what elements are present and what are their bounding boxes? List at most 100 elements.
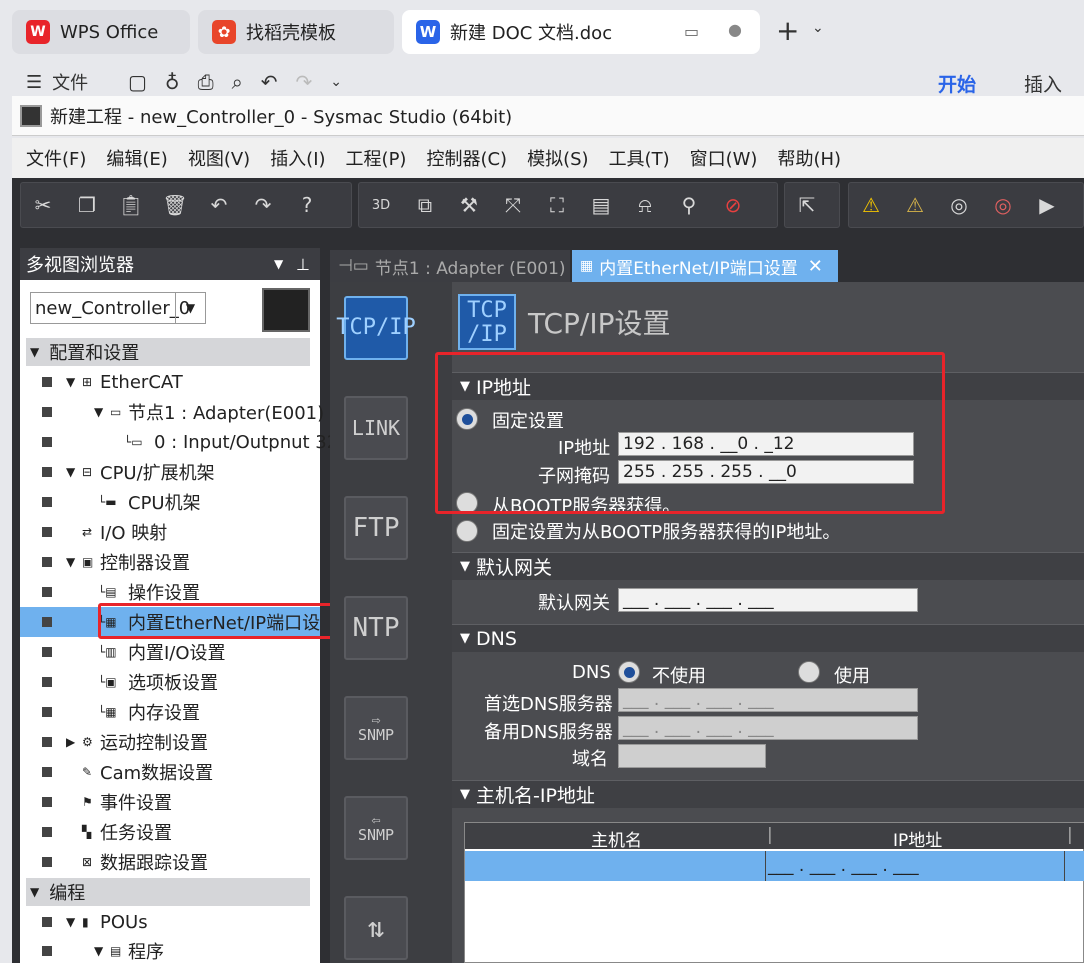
close-icon[interactable]: ✕ bbox=[808, 256, 823, 277]
warning-off-icon[interactable]: ⚠ bbox=[893, 183, 937, 227]
tree-item-task[interactable]: ▚ 任务设置 bbox=[20, 817, 320, 847]
layout-icon[interactable]: ⧉ bbox=[403, 183, 447, 227]
section-gateway[interactable]: ▼ 默认网关 bbox=[452, 552, 1084, 580]
tab-wps-office[interactable]: W WPS Office bbox=[12, 10, 190, 54]
file-menu[interactable]: ☰ 文件 bbox=[26, 68, 88, 96]
tree-item-event[interactable]: ⚑ 事件设置 bbox=[20, 787, 320, 817]
3d-icon[interactable]: 3D bbox=[359, 183, 403, 227]
menu-window[interactable]: 窗口(W) bbox=[690, 145, 758, 171]
menu-simulation[interactable]: 模拟(S) bbox=[527, 145, 588, 171]
menu-insert[interactable]: 插入(I) bbox=[270, 145, 325, 171]
delete-icon[interactable]: 🗑︎ bbox=[153, 183, 197, 227]
ribbon-tab-start[interactable]: 开始 bbox=[938, 70, 976, 97]
tab-label: 新建 DOC 文档.doc bbox=[450, 23, 613, 44]
monitor-on-icon[interactable]: ◎ bbox=[937, 183, 981, 227]
dns-secondary-field[interactable]: ___ . ___ . ___ . ___ bbox=[618, 716, 918, 740]
dropdown-icon[interactable]: ▼ bbox=[274, 257, 283, 271]
section-host[interactable]: ▼ 主机名-IP地址 bbox=[452, 780, 1084, 808]
error-icon[interactable]: ⊘ bbox=[711, 183, 755, 227]
tree-item-data-trace[interactable]: ⊠ 数据跟踪设置 bbox=[20, 847, 320, 877]
tree-item-builtin-io[interactable]: └▥ 内置I/O设置 bbox=[20, 637, 320, 667]
cross-reference-icon[interactable]: ⤧ bbox=[491, 183, 535, 227]
paste-icon[interactable]: 📋︎ bbox=[109, 183, 153, 227]
tree-item-motion-control[interactable]: ▶ ⚙ 运动控制设置 bbox=[20, 727, 320, 757]
menu-tools[interactable]: 工具(T) bbox=[609, 145, 670, 171]
nav-link[interactable]: LINK bbox=[344, 396, 408, 460]
dns-label: DNS bbox=[572, 662, 611, 683]
tree-item-cpu[interactable]: └▬ CPU机架 bbox=[20, 487, 320, 517]
controller-select[interactable]: new_Controller_0 ▼ bbox=[30, 292, 206, 324]
tree-item-programs[interactable]: ▼ ▤ 程序 bbox=[20, 936, 320, 963]
network-icon[interactable]: ⍾ bbox=[623, 183, 667, 227]
dns-primary-field[interactable]: ___ . ___ . ___ . ___ bbox=[618, 688, 918, 712]
menu-view[interactable]: 视图(V) bbox=[188, 145, 250, 171]
section-program[interactable]: ▼ 编程 bbox=[26, 878, 310, 906]
transfer-icon[interactable]: ⇱ bbox=[785, 183, 829, 227]
warning-icon[interactable]: ⚠ bbox=[849, 183, 893, 227]
chevron-down-icon[interactable]: ⌄ bbox=[812, 20, 824, 36]
nav-tcpip[interactable]: TCP/IP bbox=[336, 296, 416, 360]
watch-table-icon[interactable]: ▤ bbox=[579, 183, 623, 227]
radio-dns-off[interactable] bbox=[618, 661, 640, 683]
tree-item-option-board[interactable]: └▣ 选项板设置 bbox=[20, 667, 320, 697]
run-icon[interactable]: ▶ bbox=[1025, 183, 1069, 227]
radio-dns-on[interactable] bbox=[798, 661, 820, 683]
print-icon[interactable]: ⎙ bbox=[198, 70, 214, 94]
doc-tab-ethernet-ip[interactable]: ▦ 内置EtherNet/IP端口设置 ✕ bbox=[572, 250, 838, 282]
menu-edit[interactable]: 编辑(E) bbox=[106, 145, 167, 171]
table-row[interactable]: ___ . ___ . ___ . ___ bbox=[465, 851, 1084, 881]
nav-snmp[interactable]: ⇨ SNMP bbox=[344, 696, 408, 760]
tree-item-io-unit[interactable]: └▭ 0 : Input/Outpnut 32 bbox=[20, 427, 338, 457]
section-dns[interactable]: ▼ DNS bbox=[452, 624, 1084, 652]
option-board-icon: └▣ bbox=[98, 675, 117, 689]
undo-icon[interactable]: ↶ bbox=[197, 183, 241, 227]
tab-template[interactable]: ✿ 找稻壳模板 bbox=[198, 10, 394, 54]
cut-icon[interactable]: ✂ bbox=[21, 183, 65, 227]
row-ip-cell[interactable]: ___ . ___ . ___ . ___ bbox=[765, 851, 1065, 881]
gateway-field[interactable]: ___ . ___ . ___ . ___ bbox=[618, 588, 918, 612]
menu-file[interactable]: 文件(F) bbox=[26, 145, 86, 171]
domain-field[interactable] bbox=[618, 744, 766, 768]
more-icon[interactable]: ⌄ bbox=[330, 74, 342, 90]
print-preview-icon[interactable]: ⌕ bbox=[232, 70, 243, 94]
nav-packet-filter[interactable]: ⇅ bbox=[344, 896, 408, 960]
menu-help[interactable]: 帮助(H) bbox=[777, 145, 841, 171]
monitor-off-icon[interactable]: ◎ bbox=[981, 183, 1025, 227]
tree-item-node1[interactable]: ▼ ▭ 节点1 : Adapter(E001) bbox=[20, 397, 324, 427]
tree-item-cpu-rack[interactable]: ▼ ⊟ CPU/扩展机架 bbox=[20, 457, 320, 487]
save-icon[interactable]: ▢ bbox=[128, 70, 147, 94]
share-icon[interactable]: ♁ bbox=[165, 70, 180, 94]
section-config[interactable]: ▼ 配置和设置 bbox=[26, 338, 310, 366]
help-icon[interactable]: ? bbox=[285, 183, 329, 227]
pin-icon[interactable]: ⊥ bbox=[296, 255, 310, 274]
nav-snmp-trap[interactable]: ⇦ SNMP bbox=[344, 796, 408, 860]
tree-item-ethercat[interactable]: ▼ ⊞ EtherCAT bbox=[20, 367, 320, 397]
tree-item-pous[interactable]: ▼ ▮ POUs bbox=[20, 907, 320, 937]
monitor-icon[interactable]: ▭ bbox=[684, 22, 699, 41]
ribbon-tab-insert[interactable]: 插入 bbox=[1024, 70, 1062, 97]
copy-icon[interactable]: ❐ bbox=[65, 183, 109, 227]
tree-item-memory[interactable]: └▦ 内存设置 bbox=[20, 697, 320, 727]
tree-item-io-map[interactable]: ⇄ I/O 映射 bbox=[20, 517, 320, 547]
radio-bootp-fixed[interactable] bbox=[456, 520, 478, 542]
find-icon[interactable]: ⚲ bbox=[667, 183, 711, 227]
highlight-ip-section bbox=[435, 352, 945, 514]
dot-icon[interactable]: ● bbox=[728, 20, 742, 39]
nav-ftp[interactable]: FTP bbox=[344, 496, 408, 560]
build-icon[interactable]: ⚒ bbox=[447, 183, 491, 227]
tree-item-cam-data[interactable]: ✎ Cam数据设置 bbox=[20, 757, 320, 787]
tree-item-controller-settings[interactable]: ▼ ▣ 控制器设置 bbox=[20, 547, 320, 577]
tab-document[interactable]: W 新建 DOC 文档.doc ▭ ● bbox=[402, 10, 760, 54]
undo-icon[interactable]: ↶ bbox=[261, 70, 278, 94]
explorer-header: 多视图浏览器 ▼ ⊥ bbox=[20, 248, 320, 280]
menu-controller[interactable]: 控制器(C) bbox=[426, 145, 507, 171]
menu-project[interactable]: 工程(P) bbox=[346, 145, 407, 171]
new-tab-icon[interactable]: + bbox=[776, 14, 799, 47]
redo-icon[interactable]: ↷ bbox=[296, 70, 313, 94]
redo-icon[interactable]: ↷ bbox=[241, 183, 285, 227]
nav-ntp[interactable]: NTP bbox=[344, 596, 408, 660]
collapse-icon: ▼ bbox=[30, 885, 40, 899]
doc-tab-node1[interactable]: ⊣▭ 节点1 : Adapter (E001) bbox=[330, 250, 570, 282]
watch-icon[interactable]: ⛶ bbox=[535, 183, 579, 227]
window-title: 新建工程 - new_Controller_0 - Sysmac Studio … bbox=[50, 106, 513, 128]
